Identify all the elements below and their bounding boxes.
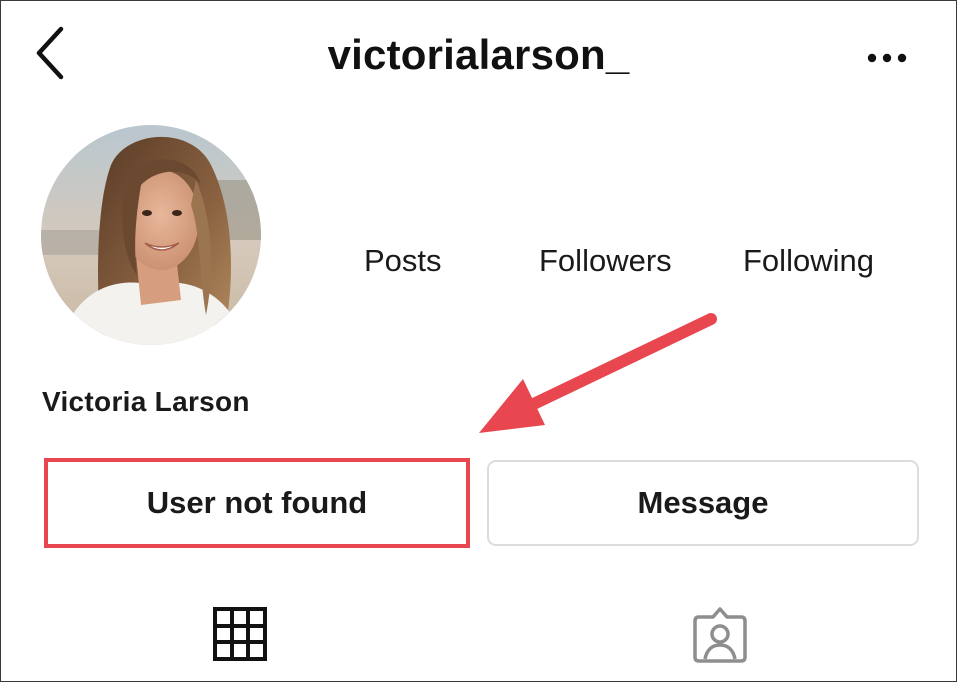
tab-tagged[interactable] — [691, 605, 749, 663]
tagged-person-icon — [693, 607, 747, 663]
profile-display-name: Victoria Larson — [42, 386, 250, 417]
following-stat-label[interactable]: Following — [743, 243, 874, 279]
message-button[interactable]: Message — [487, 460, 919, 546]
grid-icon — [213, 607, 267, 661]
annotation-arrow-icon — [479, 313, 717, 433]
page-title: victorialarson_ — [327, 31, 630, 78]
user-not-found-button[interactable]: User not found — [44, 458, 470, 548]
profile-screen: victorialarson_ Posts Followers Followin… — [0, 0, 957, 682]
tab-posts-grid[interactable] — [213, 607, 267, 661]
profile-photo — [41, 125, 261, 345]
more-horizontal-icon — [867, 53, 907, 63]
more-options-button[interactable] — [859, 43, 915, 73]
followers-stat-label[interactable]: Followers — [539, 243, 672, 279]
posts-stat-label[interactable]: Posts — [364, 243, 442, 279]
avatar[interactable] — [41, 125, 261, 345]
